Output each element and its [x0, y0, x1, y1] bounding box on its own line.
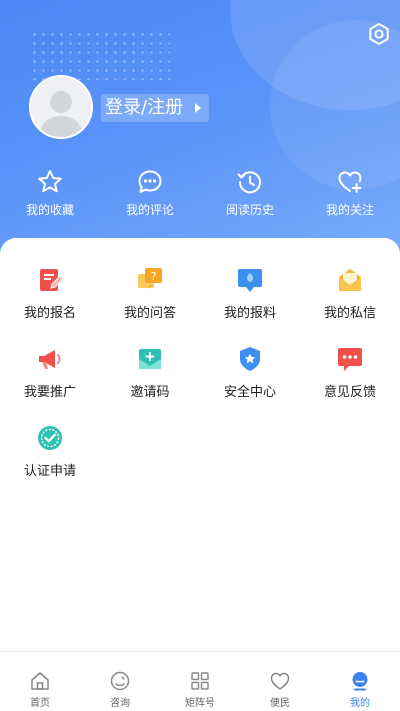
login-register-button[interactable]: 登录/注册	[101, 94, 210, 122]
tab-matrix[interactable]: 矩阵号	[160, 652, 240, 711]
svg-text:?: ?	[151, 270, 157, 283]
feature-label: 认证申请	[23, 464, 76, 479]
quick-link-label: 我的收藏	[25, 203, 74, 217]
tab-label: 矩阵号	[185, 698, 215, 709]
feature-security-center[interactable]: 安全中心	[200, 339, 300, 418]
feature-my-messages[interactable]: 我的私信	[300, 260, 400, 339]
feature-my-signup[interactable]: 我的报名	[0, 260, 100, 339]
feature-feedback[interactable]: 意见反馈	[300, 339, 400, 418]
feature-label: 我的私信	[323, 306, 376, 321]
comment-icon	[138, 170, 162, 193]
qa-icon: ?	[138, 268, 162, 289]
gear-icon	[369, 23, 389, 45]
heart-icon	[270, 672, 290, 690]
tab-label: 我的	[350, 698, 370, 709]
caret-right-icon	[195, 103, 202, 113]
quick-link-history[interactable]: 阅读历史	[200, 168, 300, 222]
feature-verification[interactable]: 认证申请	[0, 418, 100, 497]
quick-link-following[interactable]: 我的关注	[300, 168, 400, 222]
quick-link-label: 阅读历史	[225, 203, 274, 217]
tab-label: 便民	[270, 698, 290, 709]
tab-consult[interactable]: 咨询	[80, 652, 160, 711]
feature-label: 我的报名	[23, 306, 76, 321]
consult-icon	[110, 671, 130, 691]
star-icon	[38, 170, 62, 193]
tab-label: 咨询	[110, 698, 130, 709]
profile-icon	[352, 672, 368, 691]
feature-label: 邀请码	[130, 385, 170, 400]
tab-label: 首页	[30, 698, 50, 709]
profile-header: 登录/注册 我的收藏 我的评论 阅读历史 我的关注	[0, 0, 400, 262]
feature-invite-code[interactable]: 邀请码	[100, 339, 200, 418]
tab-mine[interactable]: 我的	[320, 652, 400, 711]
invite-icon	[139, 349, 161, 369]
home-icon	[31, 672, 49, 690]
default-avatar-icon	[39, 91, 83, 137]
megaphone-icon	[39, 350, 61, 369]
quick-link-comments[interactable]: 我的评论	[100, 168, 200, 222]
feature-label: 我要推广	[23, 385, 76, 400]
tab-services[interactable]: 便民	[240, 652, 320, 711]
feature-my-report[interactable]: 我的报料	[200, 260, 300, 339]
signup-icon	[40, 269, 64, 291]
feature-label: 我的报料	[223, 306, 276, 321]
feature-panel: 我的报名 ? 我的问答 我的报料 我的私信 我要推广 邀请码 安全中心 意见反馈…	[0, 238, 400, 650]
shield-icon	[240, 347, 260, 371]
settings-button[interactable]	[366, 21, 392, 47]
quick-link-label: 我的评论	[125, 203, 174, 217]
header-dot-pattern	[30, 30, 170, 80]
history-icon	[237, 171, 261, 194]
avatar[interactable]	[29, 75, 93, 139]
feature-label: 我的问答	[123, 306, 176, 321]
login-register-label: 登录/注册	[105, 97, 184, 118]
feature-promote[interactable]: 我要推广	[0, 339, 100, 418]
feedback-icon	[338, 348, 362, 371]
feature-label: 意见反馈	[323, 385, 376, 400]
message-icon	[339, 269, 361, 291]
report-icon	[238, 269, 262, 292]
tab-home[interactable]: 首页	[0, 652, 80, 711]
quick-links: 我的收藏 我的评论 阅读历史 我的关注	[0, 168, 400, 222]
heart-plus-icon	[338, 171, 362, 193]
bottom-tab-bar: 首页 咨询 矩阵号 便民 我的	[0, 651, 400, 711]
grid-icon	[191, 672, 209, 690]
quick-link-label: 我的关注	[325, 203, 374, 217]
feature-grid: 我的报名 ? 我的问答 我的报料 我的私信 我要推广 邀请码 安全中心 意见反馈…	[0, 260, 400, 497]
feature-label: 安全中心	[223, 385, 276, 400]
feature-my-qa[interactable]: ? 我的问答	[100, 260, 200, 339]
quick-link-favorites[interactable]: 我的收藏	[0, 168, 100, 222]
verify-icon	[38, 426, 62, 450]
